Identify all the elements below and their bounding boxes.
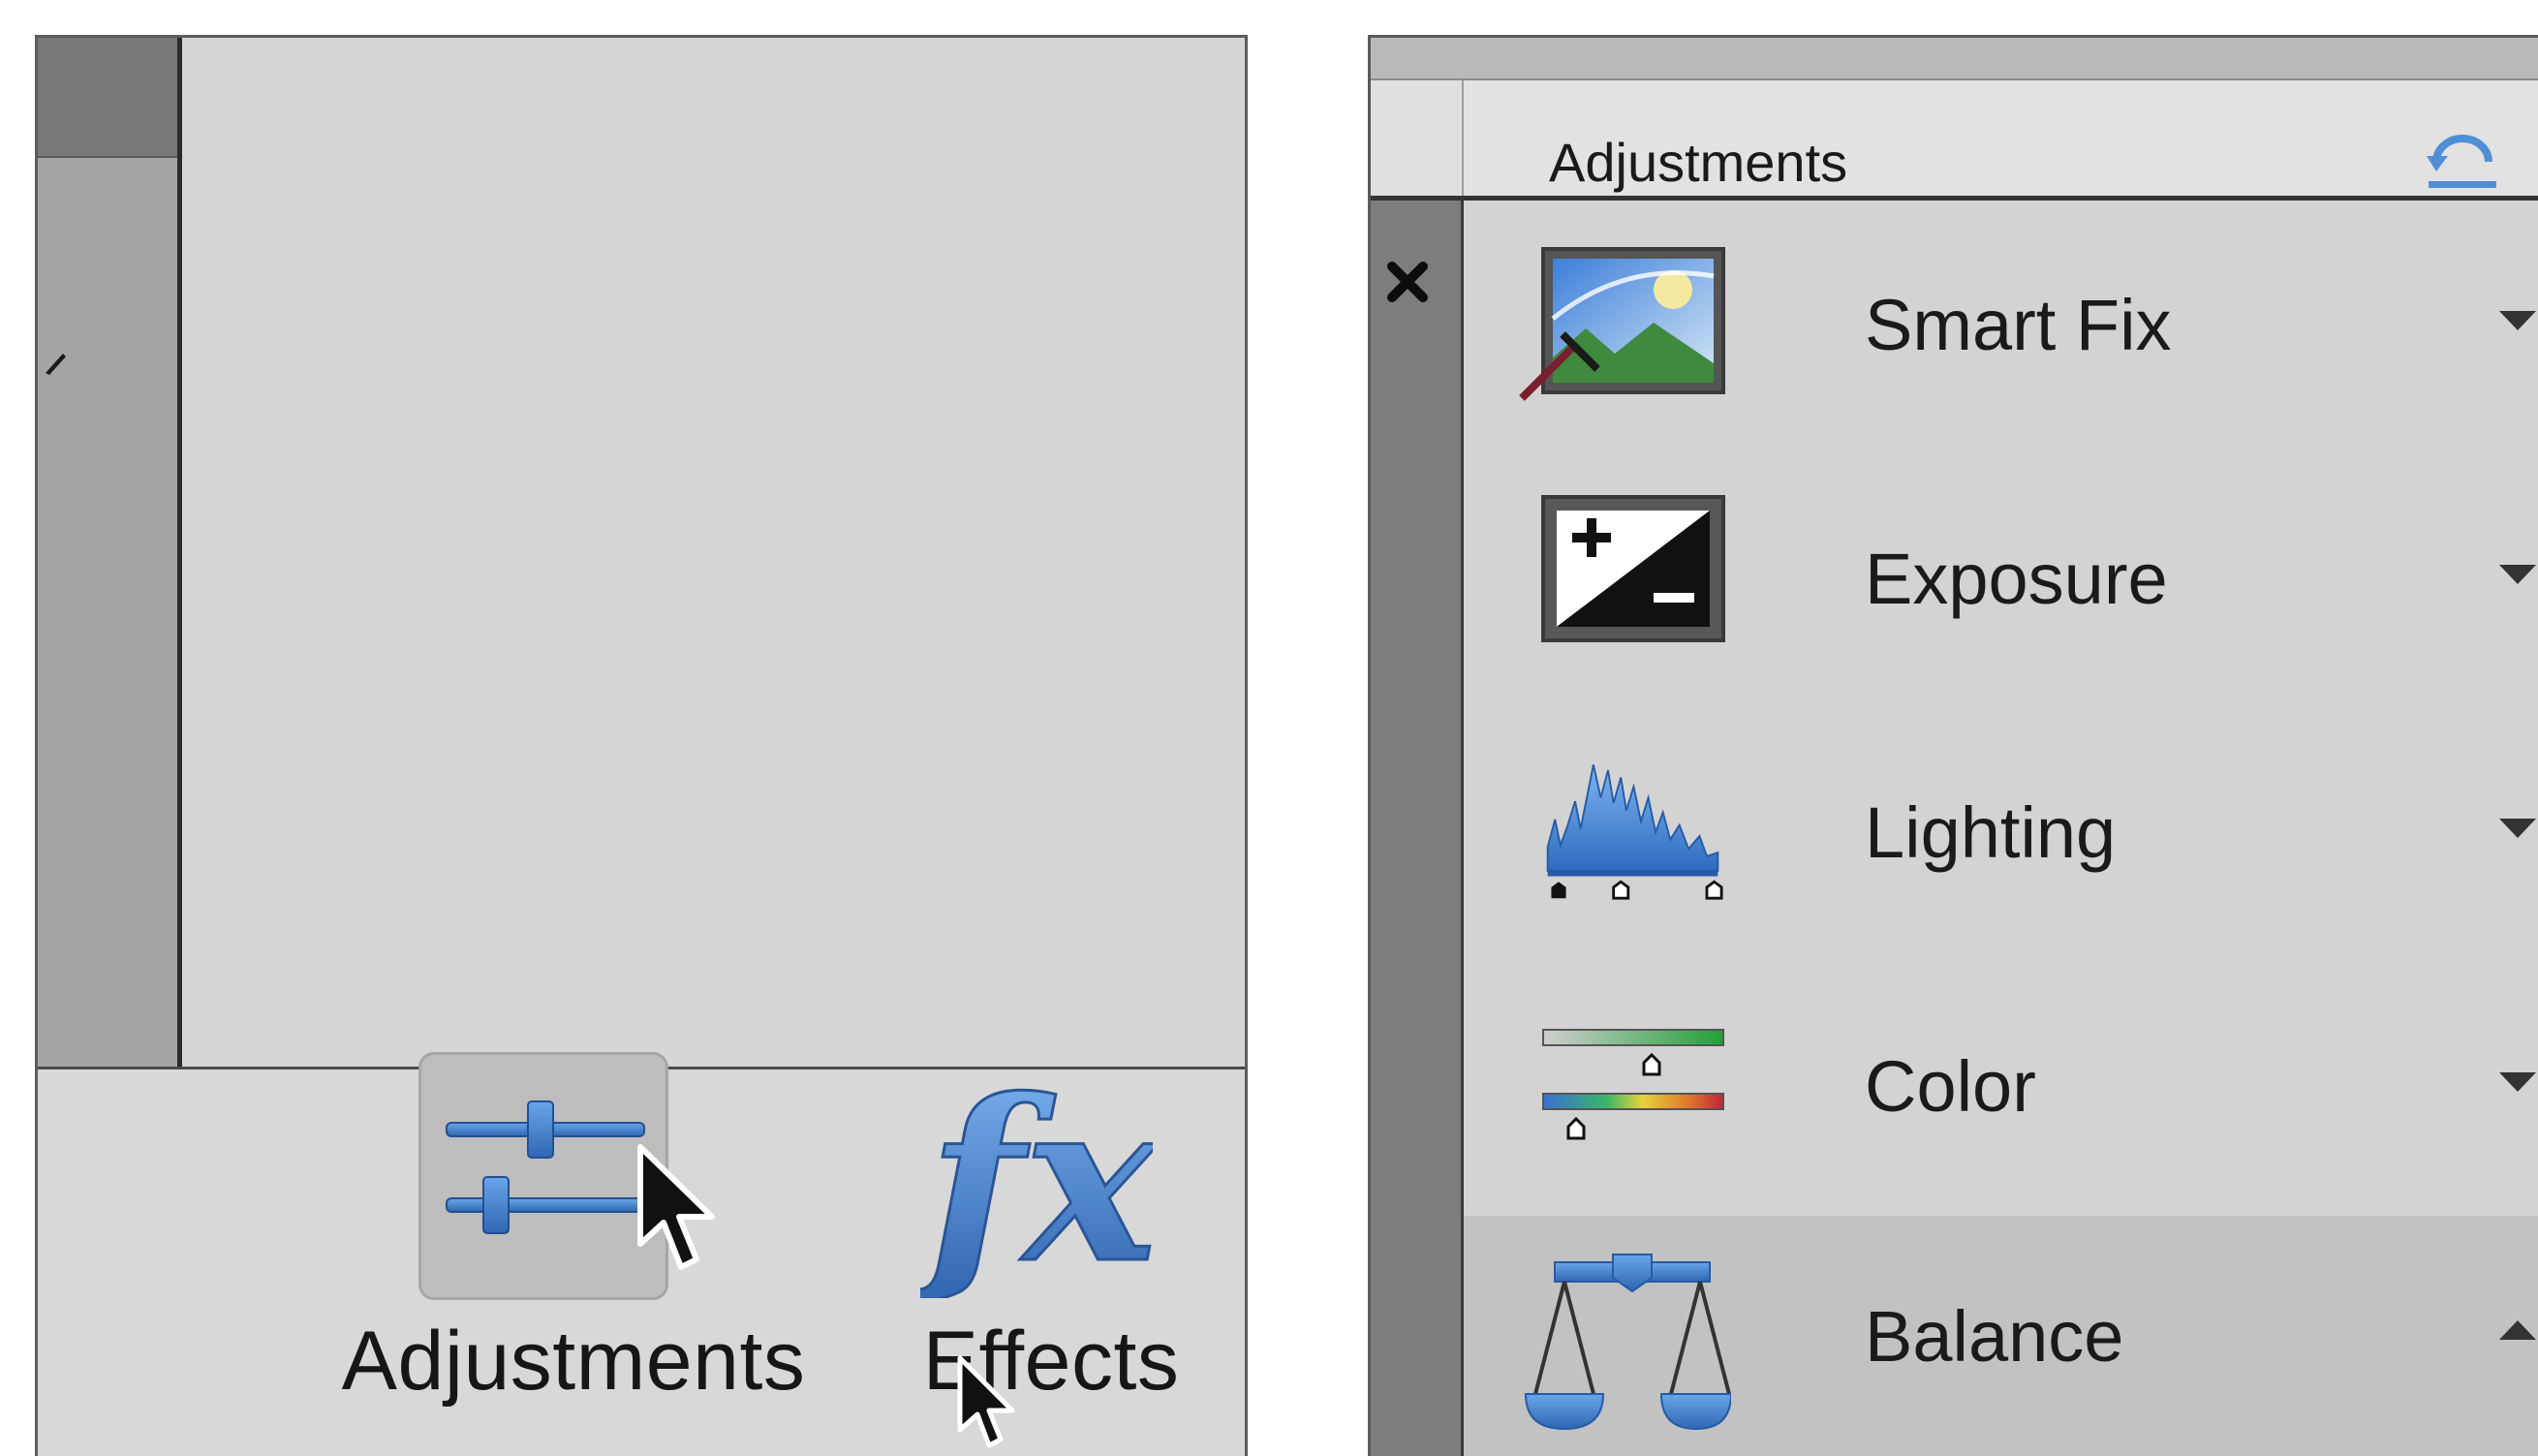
adjustments-panel-window: Adjustments ? <box>1368 35 2538 1456</box>
panel-header-left-cell <box>1371 80 1464 199</box>
chevron-down-icon[interactable] <box>2497 559 2538 588</box>
panel-header: Adjustments ? <box>1464 80 2538 199</box>
effects-panel-button[interactable]: fx <box>883 1052 1164 1300</box>
chevron-up-icon[interactable] <box>2497 1315 2538 1344</box>
adjustments-button-label: Adjustments <box>341 1315 806 1408</box>
exposure-icon <box>1541 495 1725 642</box>
fx-icon: fx <box>920 1056 1153 1298</box>
chevron-down-icon[interactable] <box>2497 813 2538 842</box>
adjustment-label: Lighting <box>1865 792 2117 873</box>
adjustment-row-color[interactable]: Color <box>1464 962 2538 1216</box>
fx-icon-text: fx <box>920 1056 1153 1298</box>
panel-side-gutter <box>1371 201 1464 1456</box>
adjustment-label: Smart Fix <box>1865 285 2172 365</box>
chevron-down-icon[interactable] <box>2497 1067 2538 1096</box>
adjustments-panel-button[interactable] <box>418 1052 668 1300</box>
adjustment-row-smart-fix[interactable]: Smart Fix <box>1464 201 2538 454</box>
adjustment-row-lighting[interactable]: Lighting <box>1464 708 2538 962</box>
adjustment-label: Color <box>1865 1046 2036 1127</box>
reset-icon[interactable] <box>2423 127 2502 193</box>
panel-titlebar <box>1371 38 2538 80</box>
left-toolbar-header <box>38 38 177 156</box>
canvas-area <box>182 38 1245 1067</box>
sliders-icon <box>446 1100 645 1234</box>
effects-button-label: Effects <box>922 1315 1180 1408</box>
smart-fix-icon <box>1519 247 1725 401</box>
mouse-cursor-icon <box>637 1144 715 1270</box>
adjustment-label: Balance <box>1865 1296 2124 1377</box>
adjustment-row-exposure[interactable]: Exposure <box>1464 454 2538 708</box>
adjustment-row-balance[interactable]: Balance <box>1464 1216 2538 1456</box>
adjustment-label: Exposure <box>1865 539 2168 619</box>
panel-title: Adjustments <box>1549 132 1848 193</box>
left-toolbar-strip <box>38 156 177 1067</box>
mouse-cursor-icon <box>957 1355 1015 1448</box>
close-icon[interactable] <box>1386 261 1429 303</box>
adjustments-list: Smart Fix Exposure Lighting Color Balanc… <box>1464 201 2538 1456</box>
color-icon <box>1542 1029 1724 1140</box>
balance-icon <box>1524 1254 1731 1431</box>
brush-icon[interactable] <box>42 348 67 377</box>
chevron-down-icon[interactable] <box>2497 305 2538 334</box>
lighting-icon <box>1546 764 1723 900</box>
